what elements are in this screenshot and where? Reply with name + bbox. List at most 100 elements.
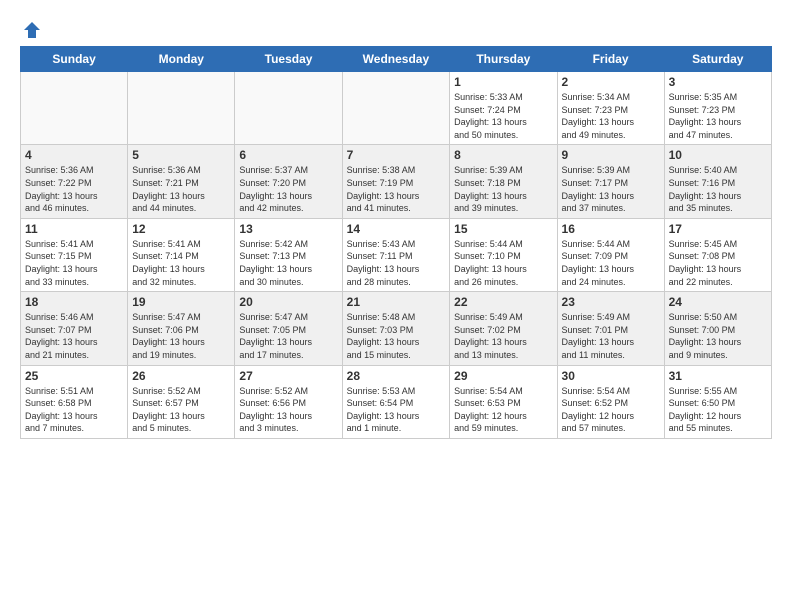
calendar-cell: 25 Sunrise: 5:51 AM Sunset: 6:58 PM Dayli… <box>21 365 128 438</box>
day-info: Sunrise: 5:34 AM Sunset: 7:23 PM Dayligh… <box>562 91 660 141</box>
day-header-wednesday: Wednesday <box>342 47 450 72</box>
day-info: Sunrise: 5:36 AM Sunset: 7:21 PM Dayligh… <box>132 164 230 214</box>
day-number: 4 <box>25 148 123 162</box>
day-info: Sunrise: 5:40 AM Sunset: 7:16 PM Dayligh… <box>669 164 767 214</box>
day-number: 1 <box>454 75 552 89</box>
day-number: 20 <box>239 295 337 309</box>
day-number: 28 <box>347 369 446 383</box>
calendar-cell: 29 Sunrise: 5:54 AM Sunset: 6:53 PM Dayli… <box>450 365 557 438</box>
calendar-week-row: 25 Sunrise: 5:51 AM Sunset: 6:58 PM Dayli… <box>21 365 772 438</box>
day-header-thursday: Thursday <box>450 47 557 72</box>
day-number: 2 <box>562 75 660 89</box>
calendar-week-row: 1 Sunrise: 5:33 AM Sunset: 7:24 PM Daylig… <box>21 72 772 145</box>
day-number: 29 <box>454 369 552 383</box>
day-number: 27 <box>239 369 337 383</box>
calendar-cell: 15Sunrise: 5:44 AM Sunset: 7:10 PM Dayli… <box>450 218 557 291</box>
calendar-cell: 17 Sunrise: 5:45 AM Sunset: 7:08 PM Dayli… <box>664 218 771 291</box>
calendar-cell <box>128 72 235 145</box>
day-number: 11 <box>25 222 123 236</box>
calendar-cell: 4 Sunrise: 5:36 AM Sunset: 7:22 PM Daylig… <box>21 145 128 218</box>
calendar-cell <box>21 72 128 145</box>
logo <box>20 20 42 36</box>
day-info: Sunrise: 5:54 AM Sunset: 6:53 PM Dayligh… <box>454 385 552 435</box>
day-info: Sunrise: 5:54 AM Sunset: 6:52 PM Dayligh… <box>562 385 660 435</box>
day-number: 23 <box>562 295 660 309</box>
day-number: 14 <box>347 222 446 236</box>
calendar-cell <box>342 72 450 145</box>
day-info: Sunrise: 5:45 AM Sunset: 7:08 PM Dayligh… <box>669 238 767 288</box>
day-info: Sunrise: 5:44 AM Sunset: 7:09 PM Dayligh… <box>562 238 660 288</box>
day-info: Sunrise: 5:37 AM Sunset: 7:20 PM Dayligh… <box>239 164 337 214</box>
calendar-cell: 16 Sunrise: 5:44 AM Sunset: 7:09 PM Dayli… <box>557 218 664 291</box>
calendar-cell: 27 Sunrise: 5:52 AM Sunset: 6:56 PM Dayli… <box>235 365 342 438</box>
day-info: Sunrise: 5:47 AM Sunset: 7:05 PM Dayligh… <box>239 311 337 361</box>
calendar-cell: 19 Sunrise: 5:47 AM Sunset: 7:06 PM Dayli… <box>128 292 235 365</box>
calendar-cell: 2 Sunrise: 5:34 AM Sunset: 7:23 PM Daylig… <box>557 72 664 145</box>
calendar-cell: 1 Sunrise: 5:33 AM Sunset: 7:24 PM Daylig… <box>450 72 557 145</box>
day-header-monday: Monday <box>128 47 235 72</box>
calendar-cell: 20 Sunrise: 5:47 AM Sunset: 7:05 PM Dayli… <box>235 292 342 365</box>
calendar-cell: 22 Sunrise: 5:49 AM Sunset: 7:02 PM Dayli… <box>450 292 557 365</box>
day-number: 31 <box>669 369 767 383</box>
day-number: 7 <box>347 148 446 162</box>
day-info: Sunrise: 5:36 AM Sunset: 7:22 PM Dayligh… <box>25 164 123 214</box>
day-info: Sunrise: 5:55 AM Sunset: 6:50 PM Dayligh… <box>669 385 767 435</box>
day-info: Sunrise: 5:50 AM Sunset: 7:00 PM Dayligh… <box>669 311 767 361</box>
day-info: Sunrise: 5:43 AM Sunset: 7:11 PM Dayligh… <box>347 238 446 288</box>
day-info: Sunrise: 5:33 AM Sunset: 7:24 PM Dayligh… <box>454 91 552 141</box>
day-number: 26 <box>132 369 230 383</box>
calendar-cell: 24Sunrise: 5:50 AM Sunset: 7:00 PM Dayli… <box>664 292 771 365</box>
day-info: Sunrise: 5:38 AM Sunset: 7:19 PM Dayligh… <box>347 164 446 214</box>
day-info: Sunrise: 5:49 AM Sunset: 7:01 PM Dayligh… <box>562 311 660 361</box>
day-header-sunday: Sunday <box>21 47 128 72</box>
page-header <box>20 20 772 36</box>
calendar-header-row: SundayMondayTuesdayWednesdayThursdayFrid… <box>21 47 772 72</box>
calendar-cell: 9Sunrise: 5:39 AM Sunset: 7:17 PM Daylig… <box>557 145 664 218</box>
calendar-cell: 18 Sunrise: 5:46 AM Sunset: 7:07 PM Dayli… <box>21 292 128 365</box>
day-number: 18 <box>25 295 123 309</box>
day-number: 25 <box>25 369 123 383</box>
calendar-cell <box>235 72 342 145</box>
day-header-tuesday: Tuesday <box>235 47 342 72</box>
calendar-cell: 11 Sunrise: 5:41 AM Sunset: 7:15 PM Dayli… <box>21 218 128 291</box>
day-number: 22 <box>454 295 552 309</box>
day-info: Sunrise: 5:44 AM Sunset: 7:10 PM Dayligh… <box>454 238 552 288</box>
day-info: Sunrise: 5:48 AM Sunset: 7:03 PM Dayligh… <box>347 311 446 361</box>
day-info: Sunrise: 5:47 AM Sunset: 7:06 PM Dayligh… <box>132 311 230 361</box>
calendar-cell: 8 Sunrise: 5:39 AM Sunset: 7:18 PM Daylig… <box>450 145 557 218</box>
day-number: 13 <box>239 222 337 236</box>
day-number: 6 <box>239 148 337 162</box>
calendar-cell: 7 Sunrise: 5:38 AM Sunset: 7:19 PM Daylig… <box>342 145 450 218</box>
day-number: 16 <box>562 222 660 236</box>
day-info: Sunrise: 5:52 AM Sunset: 6:57 PM Dayligh… <box>132 385 230 435</box>
calendar-cell: 6 Sunrise: 5:37 AM Sunset: 7:20 PM Daylig… <box>235 145 342 218</box>
day-info: Sunrise: 5:52 AM Sunset: 6:56 PM Dayligh… <box>239 385 337 435</box>
day-info: Sunrise: 5:46 AM Sunset: 7:07 PM Dayligh… <box>25 311 123 361</box>
calendar-week-row: 18 Sunrise: 5:46 AM Sunset: 7:07 PM Dayli… <box>21 292 772 365</box>
day-header-saturday: Saturday <box>664 47 771 72</box>
day-number: 17 <box>669 222 767 236</box>
day-info: Sunrise: 5:42 AM Sunset: 7:13 PM Dayligh… <box>239 238 337 288</box>
day-info: Sunrise: 5:53 AM Sunset: 6:54 PM Dayligh… <box>347 385 446 435</box>
calendar-cell: 3Sunrise: 5:35 AM Sunset: 7:23 PM Daylig… <box>664 72 771 145</box>
calendar-cell: 14 Sunrise: 5:43 AM Sunset: 7:11 PM Dayli… <box>342 218 450 291</box>
day-info: Sunrise: 5:35 AM Sunset: 7:23 PM Dayligh… <box>669 91 767 141</box>
day-number: 19 <box>132 295 230 309</box>
day-info: Sunrise: 5:39 AM Sunset: 7:18 PM Dayligh… <box>454 164 552 214</box>
day-info: Sunrise: 5:51 AM Sunset: 6:58 PM Dayligh… <box>25 385 123 435</box>
day-info: Sunrise: 5:41 AM Sunset: 7:15 PM Dayligh… <box>25 238 123 288</box>
day-number: 30 <box>562 369 660 383</box>
day-info: Sunrise: 5:49 AM Sunset: 7:02 PM Dayligh… <box>454 311 552 361</box>
calendar-cell: 5 Sunrise: 5:36 AM Sunset: 7:21 PM Daylig… <box>128 145 235 218</box>
calendar-cell: 13 Sunrise: 5:42 AM Sunset: 7:13 PM Dayli… <box>235 218 342 291</box>
calendar-cell: 28 Sunrise: 5:53 AM Sunset: 6:54 PM Dayli… <box>342 365 450 438</box>
day-number: 5 <box>132 148 230 162</box>
day-number: 21 <box>347 295 446 309</box>
day-number: 9 <box>562 148 660 162</box>
calendar-cell: 26 Sunrise: 5:52 AM Sunset: 6:57 PM Dayli… <box>128 365 235 438</box>
day-header-friday: Friday <box>557 47 664 72</box>
day-info: Sunrise: 5:41 AM Sunset: 7:14 PM Dayligh… <box>132 238 230 288</box>
logo-icon <box>22 20 42 40</box>
day-number: 8 <box>454 148 552 162</box>
day-number: 10 <box>669 148 767 162</box>
